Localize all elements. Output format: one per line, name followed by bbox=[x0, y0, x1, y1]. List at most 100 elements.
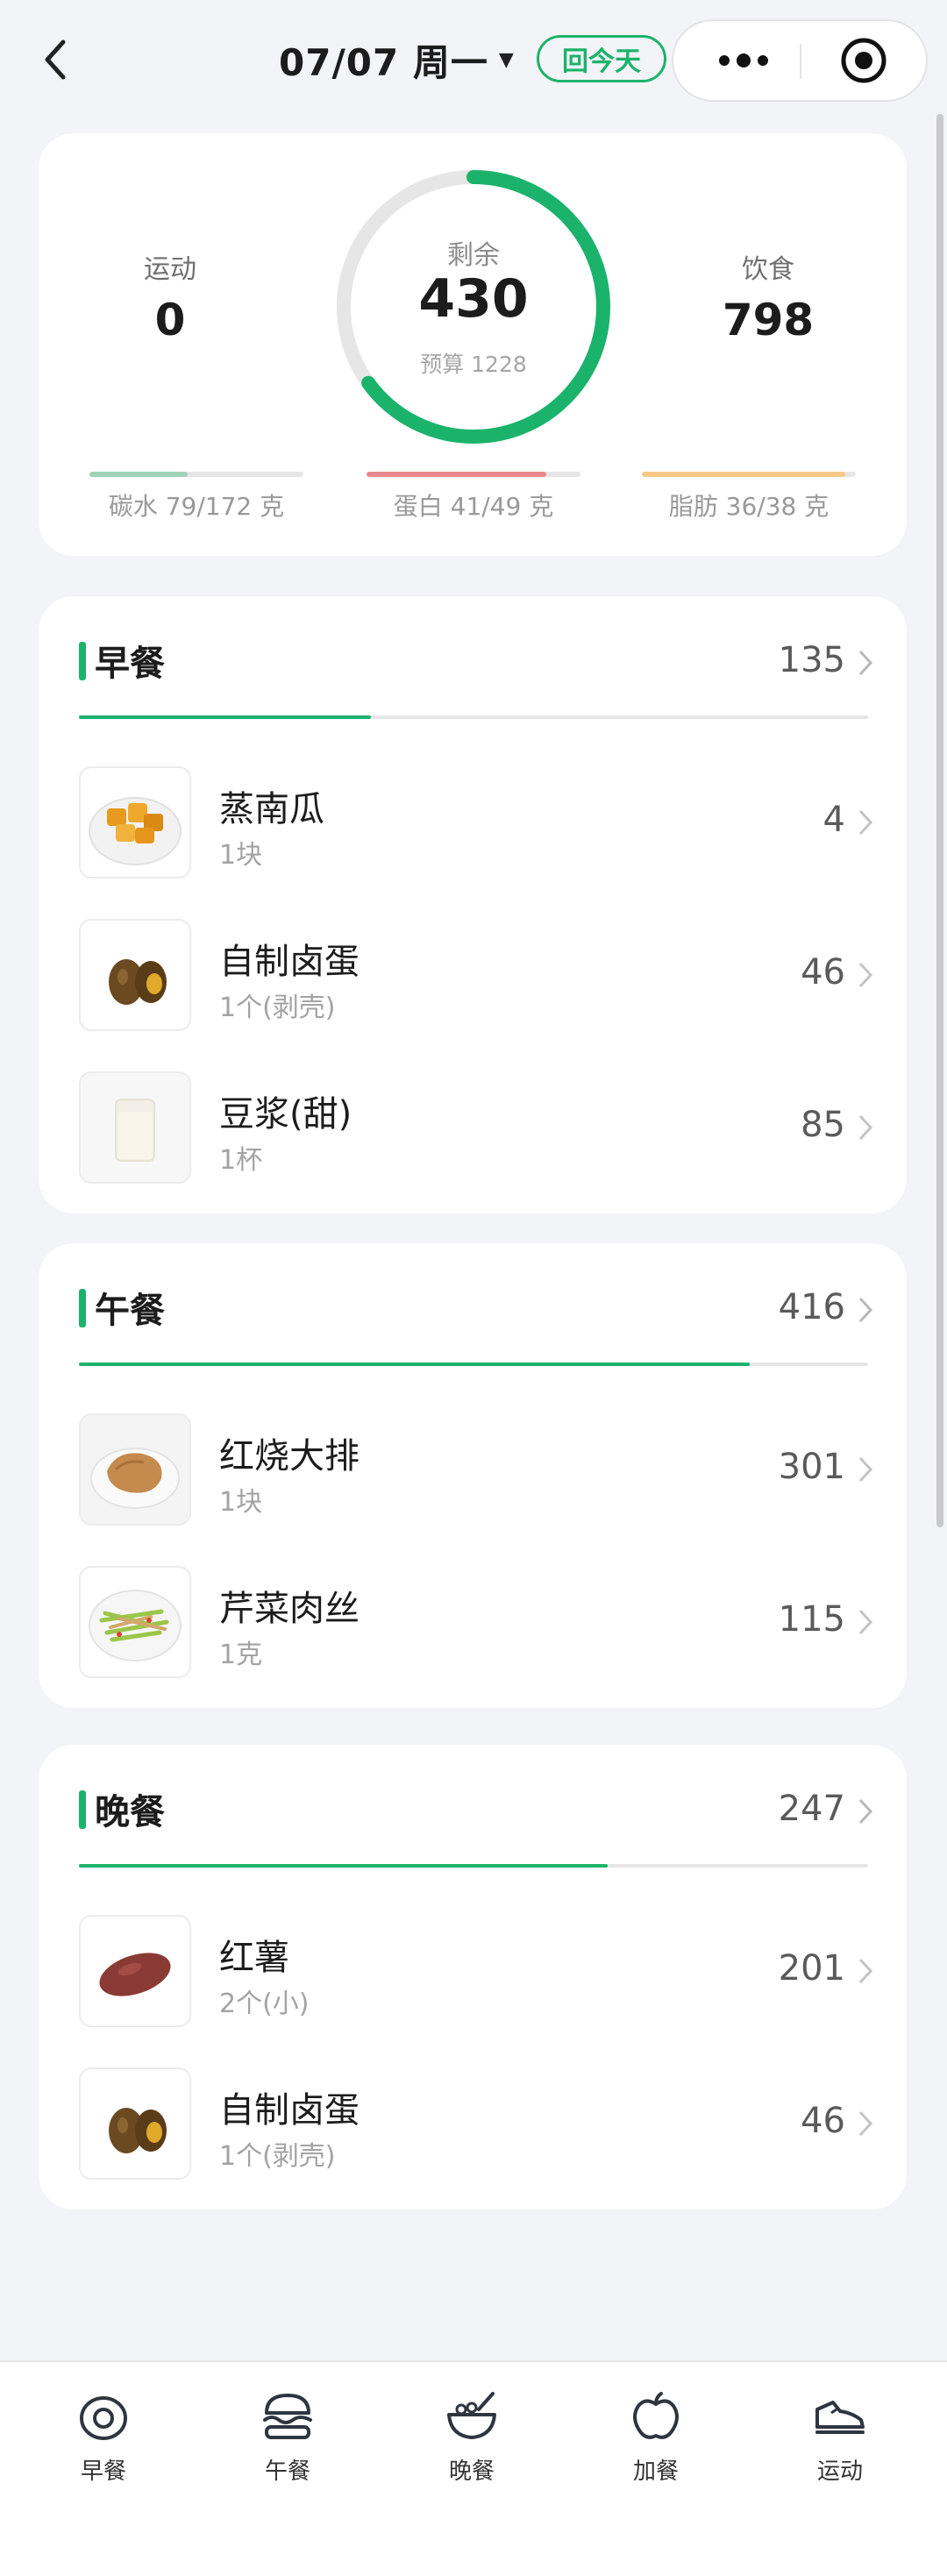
chevron-right-icon bbox=[858, 1297, 873, 1323]
ring-center: 剩余 430 预算 1228 bbox=[331, 165, 616, 449]
food-amount: 1块 bbox=[219, 840, 263, 871]
meal-title-accent bbox=[79, 642, 86, 680]
meal-progress-track bbox=[79, 1864, 868, 1868]
more-button[interactable] bbox=[693, 21, 794, 100]
scrollbar[interactable] bbox=[936, 114, 943, 1527]
meal-progress-fill bbox=[79, 1864, 608, 1868]
bottom-tab-bar: 早餐 午餐 晚餐 加餐 运动 bbox=[0, 2360, 947, 2576]
close-mini-program-button[interactable] bbox=[807, 21, 921, 100]
capsule-divider bbox=[800, 44, 801, 79]
food-amount: 1个(剥壳) bbox=[219, 2141, 336, 2172]
food-calories: 115 bbox=[778, 1599, 845, 1640]
food-item[interactable]: 红薯 2个(小) 201 bbox=[39, 1894, 907, 2046]
sneaker-icon bbox=[815, 2401, 865, 2434]
food-calories: 46 bbox=[801, 2101, 845, 2141]
chevron-left-icon bbox=[45, 39, 66, 80]
food-calories: 85 bbox=[801, 1105, 845, 1145]
carbs-progress-fill bbox=[89, 472, 189, 477]
target-close-icon bbox=[841, 38, 886, 83]
meal-progress-track bbox=[79, 1363, 868, 1366]
meal-card-dinner: 晚餐 247 红薯 2个(小) 201 自制卤蛋 1个(剥壳) 46 bbox=[39, 1745, 907, 2210]
chevron-right-icon bbox=[858, 1609, 873, 1635]
meal-progress-fill bbox=[79, 715, 371, 719]
food-item[interactable]: 豆浆(甜) 1杯 85 bbox=[39, 1050, 907, 1203]
chevron-right-icon bbox=[858, 962, 873, 988]
exercise-label: 运动 bbox=[144, 254, 196, 285]
food-name: 红烧大排 bbox=[219, 1436, 360, 1477]
braised-egg-image bbox=[79, 919, 191, 1031]
intake-label: 饮食 bbox=[742, 254, 794, 285]
egg-icon bbox=[80, 2396, 127, 2440]
budget-label: 预算 1228 bbox=[420, 352, 527, 377]
chevron-right-icon bbox=[858, 1114, 873, 1141]
burger-icon bbox=[263, 2394, 312, 2439]
exercise-stat: 运动 0 bbox=[65, 247, 275, 345]
food-item[interactable]: 自制卤蛋 1个(剥壳) 46 bbox=[39, 898, 907, 1050]
tab-lunch[interactable]: 午餐 bbox=[193, 2362, 382, 2502]
food-amount: 1克 bbox=[219, 1640, 263, 1670]
remaining-value: 430 bbox=[418, 268, 529, 330]
meal-progress-track bbox=[79, 715, 868, 719]
bowl-icon bbox=[447, 2392, 496, 2439]
food-item[interactable]: 芹菜肉丝 1克 115 bbox=[39, 1545, 907, 1697]
protein-progress-fill bbox=[367, 472, 546, 477]
soy-milk-image bbox=[79, 1071, 191, 1184]
calorie-summary-card: 运动 0 剩余 430 预算 1228 饮食 798 碳水 79/172 克 蛋… bbox=[39, 133, 907, 556]
dropdown-arrow-icon: ▼ bbox=[498, 48, 514, 71]
chevron-right-icon bbox=[858, 2110, 873, 2137]
braised-pork-chop-image bbox=[79, 1413, 191, 1526]
meal-progress-fill bbox=[79, 1363, 750, 1366]
protein-label: 蛋白 41/49 克 bbox=[393, 492, 554, 521]
tab-snack[interactable]: 加餐 bbox=[561, 2362, 751, 2502]
tab-label: 早餐 bbox=[80, 2459, 126, 2485]
intake-stat: 饮食 798 bbox=[663, 247, 873, 345]
food-amount: 1块 bbox=[219, 1487, 263, 1518]
tab-dinner[interactable]: 晚餐 bbox=[377, 2362, 566, 2502]
fat-progress-fill bbox=[642, 472, 845, 477]
sweet-potato-image bbox=[79, 1915, 191, 2027]
food-item[interactable]: 蒸南瓜 1块 4 bbox=[39, 745, 907, 898]
apple-icon bbox=[633, 2392, 679, 2439]
meal-title-accent bbox=[79, 1289, 86, 1327]
braised-egg-image bbox=[79, 2067, 191, 2180]
celery-pork-image bbox=[79, 1566, 191, 1678]
tab-breakfast[interactable]: 早餐 bbox=[9, 2362, 198, 2502]
meal-card-breakfast: 早餐 135 蒸南瓜 1块 4 自制卤蛋 1个(剥壳) 46 豆浆(甜) 1杯 … bbox=[39, 596, 907, 1213]
meal-title-accent bbox=[79, 1790, 86, 1829]
protein-progress-track bbox=[367, 472, 580, 477]
carbs-label: 碳水 79/172 克 bbox=[108, 492, 285, 521]
intake-value: 798 bbox=[722, 295, 815, 345]
exercise-value: 0 bbox=[154, 295, 186, 345]
food-name: 自制卤蛋 bbox=[219, 942, 360, 982]
tab-exercise[interactable]: 运动 bbox=[745, 2362, 935, 2502]
meal-title: 晚餐 bbox=[95, 1792, 165, 1832]
date-selector[interactable]: 07/07 周一 ▼ bbox=[279, 33, 514, 86]
food-calories: 301 bbox=[778, 1447, 845, 1487]
back-button[interactable] bbox=[35, 33, 77, 86]
chevron-right-icon bbox=[858, 650, 873, 676]
chevron-right-icon bbox=[858, 1958, 873, 1984]
meal-card-lunch: 午餐 416 红烧大排 1块 301 芹菜肉丝 1克 115 bbox=[39, 1243, 907, 1708]
carbs-progress-track bbox=[89, 472, 303, 477]
food-calories: 46 bbox=[801, 952, 845, 993]
meal-title: 午餐 bbox=[95, 1291, 165, 1331]
fat-progress-track bbox=[642, 472, 856, 477]
food-name: 芹菜肉丝 bbox=[219, 1589, 360, 1629]
tab-label: 晚餐 bbox=[448, 2459, 495, 2485]
tab-label: 午餐 bbox=[264, 2459, 310, 2485]
tab-label: 加餐 bbox=[632, 2459, 679, 2485]
chevron-right-icon bbox=[858, 1456, 873, 1483]
fat-macro: 脂肪 36/38 克 bbox=[642, 472, 856, 523]
food-amount: 1个(剥壳) bbox=[219, 993, 336, 1023]
meal-total-calories: 135 bbox=[778, 640, 845, 680]
food-calories: 4 bbox=[822, 800, 845, 840]
food-item[interactable]: 自制卤蛋 1个(剥壳) 46 bbox=[39, 2046, 907, 2199]
food-item[interactable]: 红烧大排 1块 301 bbox=[39, 1392, 907, 1545]
date-label: 07/07 周一 bbox=[279, 40, 488, 84]
chevron-right-icon bbox=[858, 809, 873, 836]
tab-label: 运动 bbox=[816, 2459, 863, 2485]
food-amount: 2个(小) bbox=[219, 1989, 310, 2019]
protein-macro: 蛋白 41/49 克 bbox=[367, 472, 580, 523]
meal-total-calories: 416 bbox=[778, 1287, 845, 1327]
back-to-today-button[interactable]: 回今天 bbox=[537, 35, 666, 82]
